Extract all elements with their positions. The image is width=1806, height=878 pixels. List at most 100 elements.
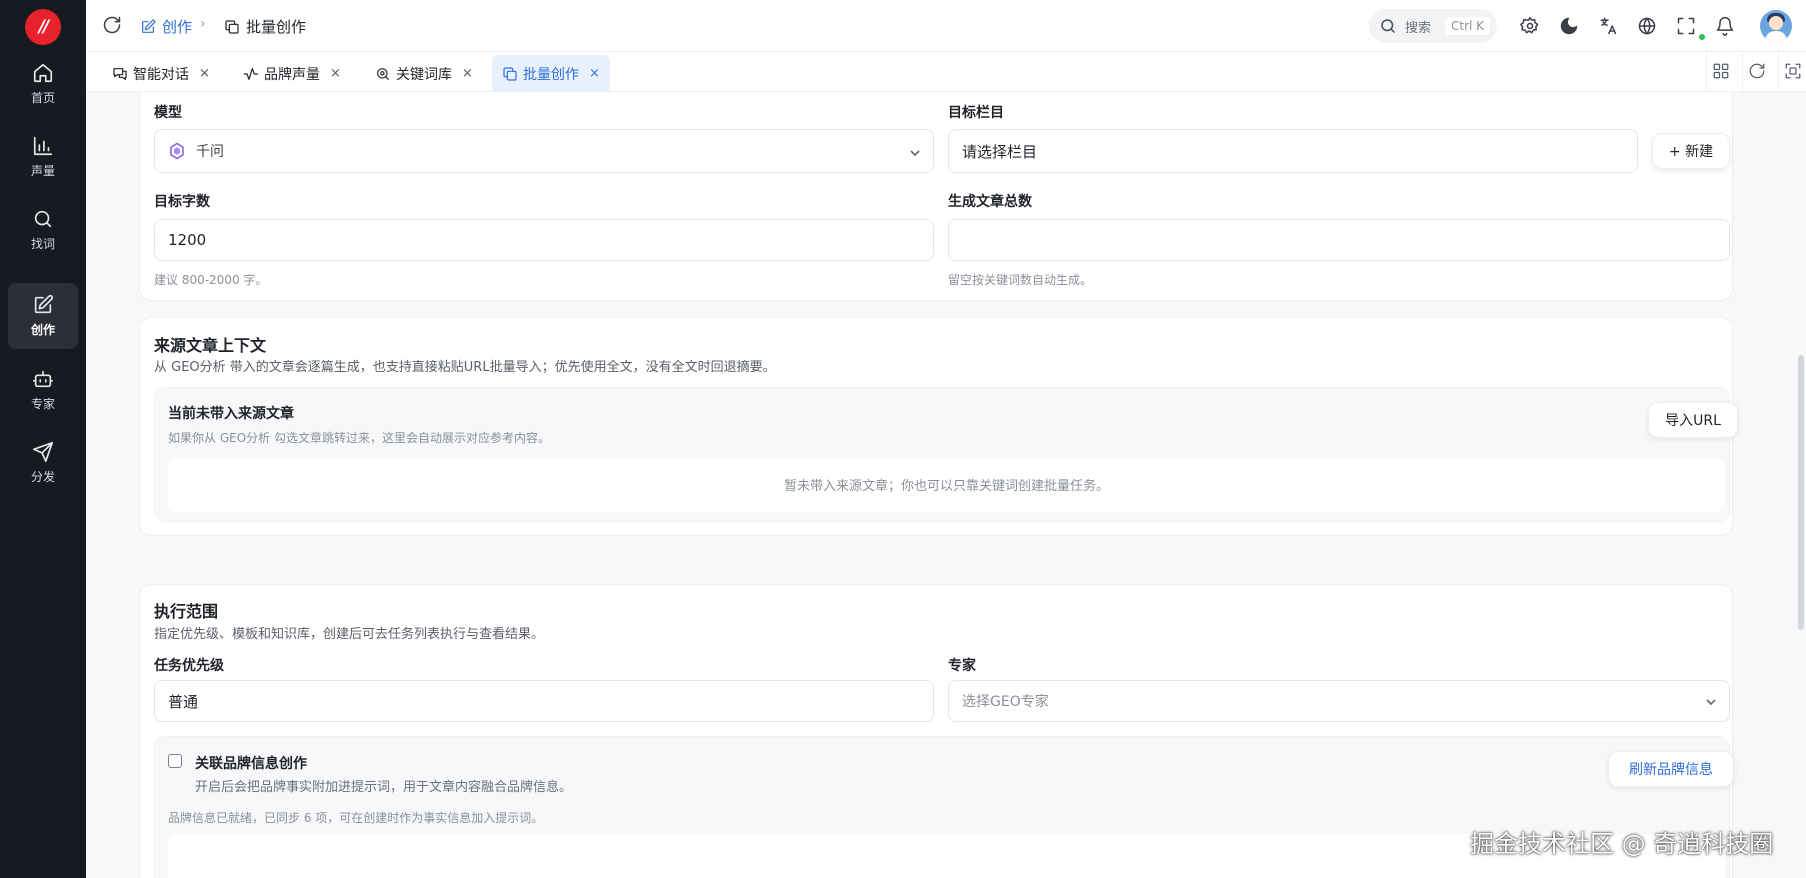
nav-item-home[interactable]: 首页 (8, 51, 78, 117)
maximize-icon (1785, 63, 1801, 79)
nav-item-distribute[interactable]: 分发 (8, 430, 78, 496)
translate-icon (1600, 17, 1617, 35)
grid-icon (1713, 63, 1729, 79)
tab-grid-button[interactable] (1712, 62, 1732, 82)
tab-smart-chat[interactable]: 智能对话 × (102, 55, 220, 92)
refresh-brand-button[interactable]: 刷新品牌信息 (1608, 751, 1734, 787)
tab-bar-divider (1778, 52, 1779, 92)
search-icon (34, 210, 52, 228)
scope-section-desc: 指定优先级、模板和知识库，创建后可去任务列表执行与查看结果。 (154, 627, 545, 642)
target-column-select[interactable]: 请选择栏目 (948, 129, 1638, 173)
import-url-button[interactable]: 导入URL (1648, 402, 1738, 438)
close-icon[interactable]: × (589, 66, 600, 81)
source-context-card: 来源文章上下文 从 GEO分析 带入的文章会逐篇生成，也支持直接粘贴URL批量导… (139, 317, 1738, 536)
nav-item-expert[interactable]: 专家 (8, 357, 78, 423)
refresh-icon (1749, 63, 1765, 79)
refresh-button[interactable] (102, 15, 122, 35)
avatar-face (1769, 16, 1783, 30)
scope-section-title: 执行范围 (154, 602, 219, 621)
tab-keyword-library[interactable]: 关键词库 × (365, 55, 483, 92)
brand-desc: 开启后会把品牌事实附加进提示词，用于文章内容融合品牌信息。 (195, 780, 573, 795)
top-header: 创作 › 批量创作 搜索 Ctrl K (86, 0, 1806, 52)
translate-button[interactable] (1598, 16, 1618, 36)
tab-bar: 智能对话 × 品牌声量 × 关键词库 × 批量创作 × (86, 52, 1806, 92)
search-shortcut: Ctrl K (1445, 17, 1491, 35)
source-inner-desc: 如果你从 GEO分析 勾选文章跳转过来，这里会自动展示对应参考内容。 (168, 431, 550, 445)
tab-label: 品牌声量 (264, 66, 320, 83)
tab-batch-create[interactable]: 批量创作 × (492, 55, 610, 92)
close-icon[interactable]: × (462, 66, 473, 81)
new-column-button[interactable]: + 新建 (1652, 133, 1730, 169)
close-icon[interactable]: × (199, 66, 210, 81)
breadcrumb-label: 创作 (162, 18, 193, 36)
tab-reload-button[interactable] (1748, 62, 1768, 82)
nav-item-volume[interactable]: 声量 (8, 124, 78, 190)
breadcrumb-separator: › (200, 16, 206, 32)
word-count-label: 目标字数 (154, 194, 210, 210)
source-section-title: 来源文章上下文 (154, 336, 267, 355)
edit-icon (34, 294, 54, 314)
generation-settings-card: 模型 千问 目标栏目 请选择栏目 + 新建 目标字数 1200 建议 800-2… (139, 92, 1733, 301)
search-zoom-icon (377, 67, 389, 80)
app-logo[interactable]: // (25, 9, 61, 45)
tab-bar-divider (1742, 52, 1743, 92)
tab-label: 批量创作 (523, 66, 579, 83)
bar-chart-icon (33, 136, 53, 156)
chat-icon (113, 67, 127, 80)
source-inner-title: 当前未带入来源文章 (168, 406, 294, 422)
priority-select[interactable]: 普通 (154, 680, 934, 722)
tab-maximize-button[interactable] (1784, 62, 1804, 82)
copy-icon (503, 66, 517, 81)
total-articles-hint: 留空按关键词数自动生成。 (948, 273, 1093, 287)
tab-bar-divider (1706, 52, 1707, 92)
tab-label: 关键词库 (396, 66, 452, 83)
source-section-desc: 从 GEO分析 带入的文章会逐篇生成，也支持直接粘贴URL批量导入；优先使用全文… (154, 360, 776, 375)
expert-label: 专家 (948, 658, 976, 674)
search-placeholder: 搜索 (1405, 20, 1432, 36)
nav-label: 创作 (30, 323, 55, 337)
chevron-down-icon (909, 145, 921, 157)
tab-brand-volume[interactable]: 品牌声量 × (233, 55, 351, 92)
dark-mode-toggle[interactable] (1559, 16, 1579, 36)
global-search[interactable]: 搜索 Ctrl K (1369, 9, 1497, 43)
word-count-value: 1200 (168, 231, 207, 249)
brand-status: 品牌信息已就绪，已同步 6 项，可在创建时作为事实信息加入提示词。 (168, 811, 544, 825)
language-button[interactable] (1637, 16, 1657, 36)
total-articles-input[interactable] (948, 219, 1730, 261)
page-scrollbar[interactable] (1798, 355, 1804, 630)
refresh-icon (103, 16, 121, 34)
gear-icon (1520, 16, 1539, 34)
nav-label: 首页 (30, 91, 55, 105)
online-status-dot (1697, 32, 1707, 42)
nav-item-create[interactable]: 创作 (8, 283, 78, 349)
avatar-body (1765, 31, 1787, 42)
qwen-logo-icon (170, 142, 184, 160)
edit-icon (142, 19, 156, 33)
expert-select[interactable]: 选择GEO专家 (948, 680, 1730, 722)
source-inner-panel: 当前未带入来源文章 如果你从 GEO分析 勾选文章跳转过来，这里会自动展示对应参… (154, 387, 1738, 522)
chevron-down-icon (1705, 696, 1717, 708)
target-column-placeholder: 请选择栏目 (962, 142, 1038, 161)
expert-placeholder: 选择GEO专家 (962, 694, 1049, 710)
model-label: 模型 (154, 105, 182, 121)
priority-value: 普通 (168, 692, 199, 711)
activity-icon (243, 67, 259, 80)
user-avatar[interactable] (1760, 10, 1792, 42)
nav-label: 分发 (30, 470, 55, 484)
model-select[interactable]: 千问 (154, 129, 934, 173)
nav-label: 找词 (30, 237, 55, 251)
word-count-input[interactable]: 1200 (154, 219, 934, 261)
nav-label: 专家 (30, 397, 55, 411)
brand-checkbox[interactable] (168, 754, 182, 768)
brand-checkbox-label[interactable]: 关联品牌信息创作 (195, 753, 307, 773)
target-column-label: 目标栏目 (948, 105, 1004, 121)
source-empty-state: 暂未带入来源文章；你也可以只靠关键词创建批量任务。 (168, 457, 1725, 512)
copy-icon (225, 19, 239, 34)
breadcrumb-create[interactable]: 创作 (140, 16, 192, 37)
nav-item-find-words[interactable]: 找词 (8, 197, 78, 263)
fullscreen-button[interactable] (1676, 16, 1696, 36)
close-icon[interactable]: × (330, 66, 341, 81)
settings-button[interactable] (1520, 16, 1540, 36)
notifications-button[interactable] (1715, 16, 1735, 36)
fullscreen-icon (1677, 17, 1695, 35)
